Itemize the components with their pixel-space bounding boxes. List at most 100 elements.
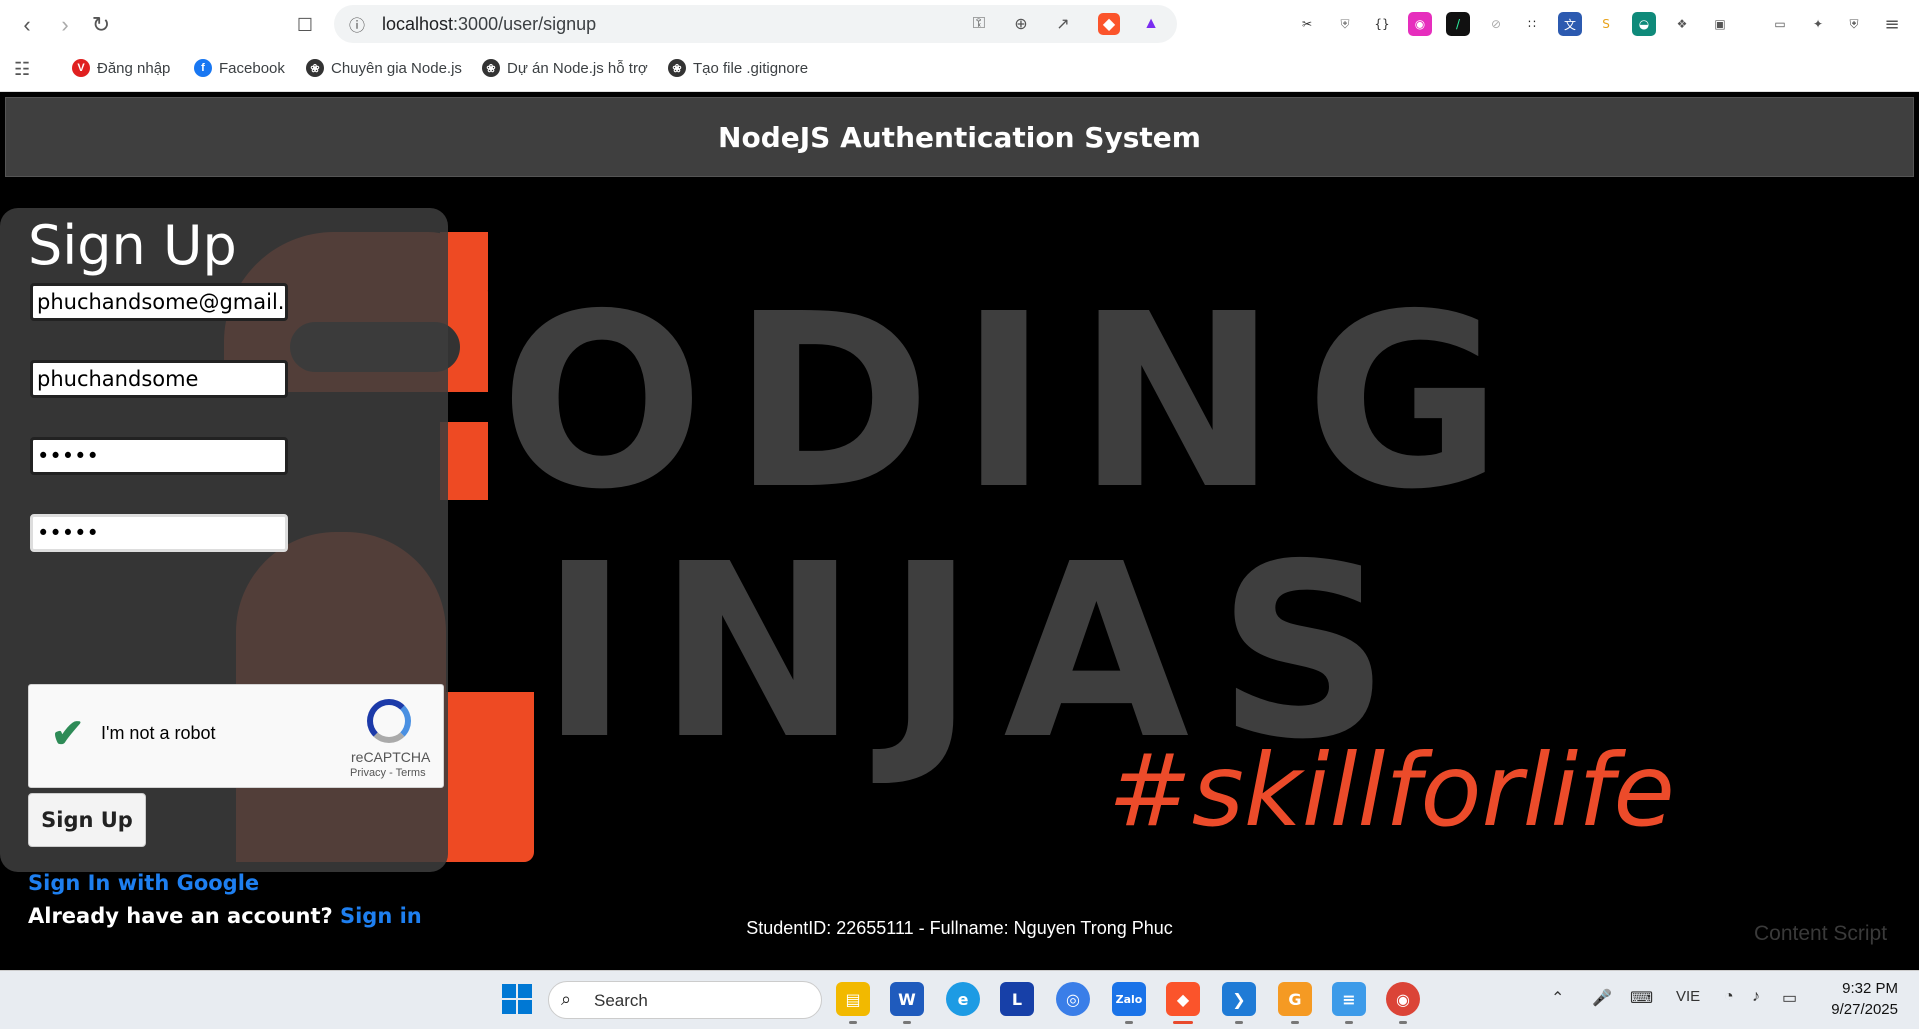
address-bar[interactable]: ⓘ localhost:3000/user/signup ⚿ ⊕ ↗ ◆ ▲	[334, 5, 1177, 43]
email-field[interactable]: phuchandsome@gmail.com	[30, 283, 288, 321]
battery-icon[interactable]: ▭	[1782, 988, 1797, 1008]
footer-text: StudentID: 22655111 - Fullname: Nguyen T…	[746, 918, 1173, 938]
signup-button[interactable]: Sign Up	[28, 793, 146, 847]
microphone-icon[interactable]: 🎤	[1592, 988, 1612, 1008]
g-app-icon[interactable]: G	[1278, 982, 1312, 1016]
url-host: localhost	[382, 14, 454, 34]
bookmarks-bar: ☷ V Đăng nhập f Facebook ❀ Chuyên gia Node.…	[0, 50, 1919, 86]
bookmark-item-facebook[interactable]: f Facebook	[194, 59, 285, 77]
signup-card: Sign Up phuchandsome@gmail.com phuchands…	[0, 208, 448, 928]
taskbar: ⌕ Search ▤ W e L ◎ Zalo ◆ ❯ G ≡ ◉ ⌃ 🎤 ⌨ …	[0, 970, 1919, 1029]
stats-extension-icon[interactable]: S	[1594, 12, 1618, 36]
app-indicator	[1125, 1021, 1133, 1024]
edge-icon[interactable]: e	[946, 982, 980, 1016]
chrome-app-icon[interactable]: ◎	[1056, 982, 1090, 1016]
volume-icon[interactable]: ♪	[1752, 988, 1760, 1006]
hashtag-text: #skillforlife	[1108, 732, 1675, 849]
dots-extension-icon[interactable]: ∷	[1520, 12, 1544, 36]
chevron-up-icon[interactable]: ⌃	[1551, 988, 1564, 1008]
bookmark-label: Đăng nhập	[97, 59, 171, 77]
zoom-icon[interactable]: ⊕	[1010, 13, 1032, 35]
language-indicator[interactable]: VIE	[1676, 988, 1700, 1005]
vh-logo-icon: V	[72, 59, 90, 77]
wave-extension-icon[interactable]: ◒	[1632, 12, 1656, 36]
bookmark-item-gitignore[interactable]: ❀ Tạo file .gitignore	[668, 59, 808, 77]
username-field[interactable]: phuchandsome	[30, 360, 288, 398]
zalo-icon[interactable]: Zalo	[1112, 982, 1146, 1016]
chatgpt-icon: ❀	[482, 59, 500, 77]
site-header: NodeJS Authentication System	[5, 97, 1914, 177]
app-indicator	[1235, 1021, 1243, 1024]
reload-icon[interactable]: ↻	[86, 10, 116, 40]
translate-extension-icon[interactable]: 文	[1558, 12, 1582, 36]
brave-icon[interactable]: ◆	[1166, 982, 1200, 1016]
chatgpt-icon: ❀	[668, 59, 686, 77]
recaptcha-logo-icon	[367, 699, 411, 743]
taskbar-search[interactable]: ⌕ Search	[548, 981, 822, 1019]
file-explorer-icon[interactable]: ▤	[836, 982, 870, 1016]
chrome-icon[interactable]: ◉	[1386, 982, 1420, 1016]
search-icon: ⌕	[561, 989, 572, 1009]
windows-start-icon[interactable]	[502, 984, 532, 1014]
recaptcha-label: I'm not a robot	[101, 723, 216, 743]
l-app-icon[interactable]: L	[1000, 982, 1034, 1016]
bookmark-label: Chuyên gia Node.js	[331, 59, 462, 77]
forward-icon[interactable]: ›	[50, 10, 80, 40]
active-app-indicator	[1173, 1021, 1193, 1024]
site-info-icon[interactable]: ⓘ	[346, 13, 368, 35]
clock-date[interactable]: 9/27/2025	[1822, 1001, 1898, 1018]
signup-title: Sign Up	[28, 214, 237, 277]
url-path: :3000/user/signup	[453, 14, 597, 34]
app-indicator	[1291, 1021, 1299, 1024]
app-indicator	[1345, 1021, 1353, 1024]
chatgpt-icon: ❀	[306, 59, 324, 77]
word-icon[interactable]: W	[890, 982, 924, 1016]
bookmark-icon[interactable]: ☐	[290, 10, 320, 40]
vpn-icon[interactable]: ⛨	[1842, 12, 1866, 36]
wallet-icon[interactable]: ▭	[1768, 12, 1792, 36]
bookmark-label: Dự án Node.js hỗ trợ	[507, 59, 648, 77]
bookmark-label: Facebook	[219, 59, 285, 77]
search-tab-icon[interactable]: ▣	[1708, 12, 1732, 36]
recaptcha-links[interactable]: Privacy - Terms	[350, 767, 426, 779]
share-icon[interactable]: ↗	[1052, 13, 1074, 35]
page-content: NodeJS Authentication System ODING INJAS…	[0, 92, 1919, 970]
apps-grid-icon[interactable]: ☷	[14, 59, 30, 80]
back-icon[interactable]: ‹	[12, 10, 42, 40]
bookmark-item-du-an[interactable]: ❀ Dự án Node.js hỗ trợ	[482, 59, 648, 77]
color-extension-icon[interactable]: ◉	[1408, 12, 1432, 36]
search-placeholder: Search	[594, 991, 648, 1010]
confirm-password-field[interactable]: •••••	[30, 514, 288, 552]
key-icon[interactable]: ⚿	[968, 13, 990, 35]
app-indicator	[903, 1021, 911, 1024]
clock-time[interactable]: 9:32 PM	[1838, 980, 1898, 997]
bookmark-label: Tạo file .gitignore	[693, 59, 809, 77]
google-signin-link[interactable]: Sign In with Google	[28, 871, 259, 895]
recaptcha-widget: ✔ I'm not a robot reCAPTCHA Privacy - Te…	[28, 684, 444, 788]
facebook-icon: f	[194, 59, 212, 77]
url-text: localhost:3000/user/signup	[382, 14, 596, 35]
notepad-icon[interactable]: ≡	[1332, 982, 1366, 1016]
bg-text-coding: ODING	[500, 262, 1531, 542]
terminal-extension-icon[interactable]: /	[1446, 12, 1470, 36]
password-field[interactable]: •••••	[30, 437, 288, 475]
wifi-icon[interactable]: ◔	[1724, 988, 1734, 1006]
compass-extension-icon[interactable]: ⊘	[1484, 12, 1508, 36]
browser-chrome: ‹ › ↻ ☐ ⓘ localhost:3000/user/signup ⚿ ⊕…	[0, 0, 1919, 92]
leo-ai-icon[interactable]: ✦	[1806, 12, 1830, 36]
app-indicator	[1399, 1021, 1407, 1024]
keyboard-icon[interactable]: ⌨	[1630, 988, 1653, 1008]
extension-icon[interactable]: ✂	[1295, 12, 1319, 36]
shield-extension-icon[interactable]: ⛨	[1333, 12, 1357, 36]
bookmark-item-dang-nhap[interactable]: V Đăng nhập	[72, 59, 170, 77]
brave-shield-icon[interactable]: ◆	[1098, 13, 1120, 35]
bookmark-item-chuyen-gia[interactable]: ❀ Chuyên gia Node.js	[306, 59, 462, 77]
vscode-icon[interactable]: ❯	[1222, 982, 1256, 1016]
puzzle-icon[interactable]: ❖	[1670, 12, 1694, 36]
site-title: NodeJS Authentication System	[718, 120, 1201, 154]
menu-icon[interactable]: ≡	[1880, 12, 1904, 36]
recaptcha-brand: reCAPTCHA	[351, 749, 431, 765]
checkmark-icon[interactable]: ✔	[51, 711, 85, 757]
brave-rewards-icon[interactable]: ▲	[1140, 13, 1162, 35]
json-extension-icon[interactable]: {}	[1370, 12, 1394, 36]
